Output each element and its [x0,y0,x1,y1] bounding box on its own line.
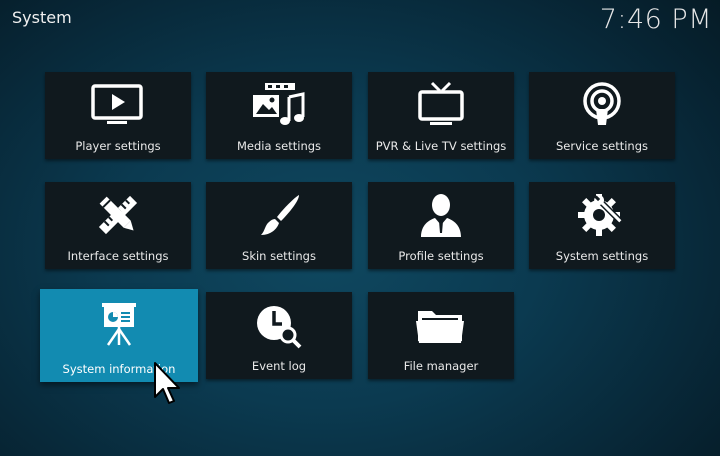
broadcast-icon [583,82,621,125]
tile-file-manager[interactable]: File manager [368,292,514,379]
tile-label: Profile settings [398,249,484,263]
tile-label: Service settings [555,139,649,153]
page-title: System [12,8,72,27]
tile-service-settings[interactable]: Service settings [529,72,675,159]
tile-skin-settings[interactable]: Skin settings [206,182,352,269]
tv-antenna-icon [418,81,464,125]
media-icon [253,83,305,125]
tile-media-settings[interactable]: Media settings [206,72,352,159]
tile-label: System settings [555,249,649,263]
tile-label: Event log [251,359,307,373]
tile-interface-settings[interactable]: Interface settings [45,182,191,269]
tile-event-log[interactable]: Event log [206,292,352,379]
tile-player-settings[interactable]: Player settings [45,72,191,159]
tile-label: Interface settings [67,249,169,263]
tile-label: Player settings [75,139,161,153]
pencil-ruler-icon [98,195,138,235]
paintbrush-icon [261,195,299,235]
user-profile-icon [421,194,461,237]
tile-label: Media settings [236,139,322,153]
tile-label: PVR & Live TV settings [375,139,507,153]
clock-search-icon [257,306,302,349]
gear-wrench-icon [578,194,624,236]
tile-pvr-live-tv-settings[interactable]: PVR & Live TV settings [368,72,514,159]
presentation-icon [102,303,136,346]
clock: 7:46 PM [599,4,712,35]
tile-system-settings[interactable]: System settings [529,182,675,269]
tv-play-icon [91,84,143,124]
tile-label: Skin settings [242,249,316,263]
folder-icon [416,311,464,343]
tile-label: File manager [403,359,479,373]
mouse-pointer-icon [154,362,180,404]
tile-profile-settings[interactable]: Profile settings [368,182,514,269]
